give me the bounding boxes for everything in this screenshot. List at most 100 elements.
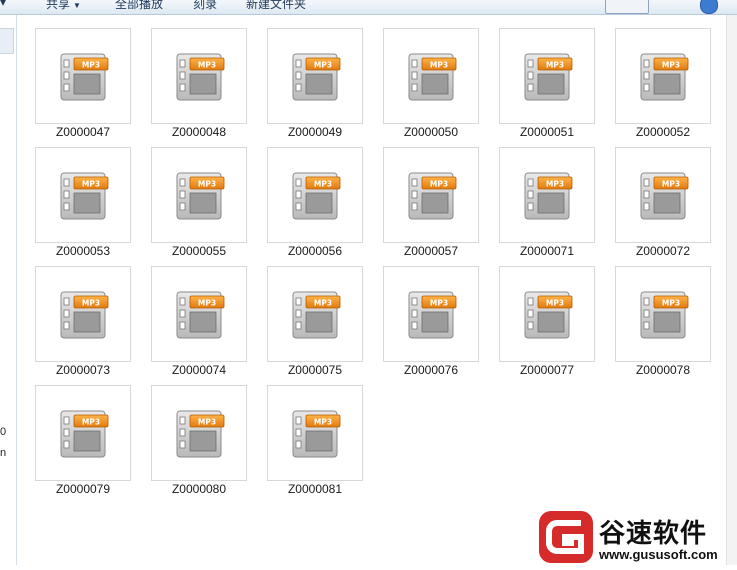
file-item[interactable]: MP3 Z0000075 — [267, 266, 363, 381]
file-name-label[interactable]: Z0000077 — [489, 363, 605, 377]
file-thumbnail[interactable]: MP3 — [267, 266, 363, 362]
file-item[interactable]: MP3 Z0000072 — [615, 147, 711, 262]
file-item[interactable]: MP3 Z0000049 — [267, 28, 363, 143]
mp3-file-icon: MP3 — [524, 172, 573, 220]
file-item[interactable]: MP3 Z0000077 — [499, 266, 595, 381]
file-name-label[interactable]: Z0000073 — [25, 363, 141, 377]
file-item[interactable]: MP3 Z0000081 — [267, 385, 363, 500]
file-thumbnail[interactable]: MP3 — [383, 266, 479, 362]
file-name-label[interactable]: Z0000072 — [605, 244, 721, 258]
file-name-label[interactable]: Z0000048 — [141, 125, 257, 139]
burn-button[interactable]: 刻录 — [193, 0, 217, 12]
file-name-label[interactable]: Z0000079 — [25, 482, 141, 496]
file-name-label[interactable]: Z0000075 — [257, 363, 373, 377]
vertical-scrollbar[interactable] — [726, 15, 737, 565]
file-thumbnail[interactable]: MP3 — [267, 385, 363, 481]
watermark-url: www.gususoft.com — [599, 547, 718, 562]
file-name-label[interactable]: Z0000055 — [141, 244, 257, 258]
file-item[interactable]: MP3 Z0000071 — [499, 147, 595, 262]
file-thumbnail[interactable]: MP3 — [35, 385, 131, 481]
preview-pane-button[interactable] — [664, 0, 682, 12]
file-name-label[interactable]: Z0000050 — [373, 125, 489, 139]
file-thumbnail[interactable]: MP3 — [151, 266, 247, 362]
mp3-file-icon: MP3 — [60, 291, 109, 339]
nav-selected-item[interactable] — [0, 28, 14, 54]
file-item[interactable]: MP3 Z0000053 — [35, 147, 131, 262]
mp3-file-icon: MP3 — [176, 53, 225, 101]
file-name-label[interactable]: Z0000057 — [373, 244, 489, 258]
file-item[interactable]: MP3 Z0000074 — [151, 266, 247, 381]
nav-menu-arrow[interactable]: ▾ — [0, 0, 6, 9]
file-name-label[interactable]: Z0000052 — [605, 125, 721, 139]
file-thumbnail[interactable]: MP3 — [35, 28, 131, 124]
file-thumbnail[interactable]: MP3 — [615, 266, 711, 362]
watermark-brand: 谷速软件 — [599, 519, 708, 549]
file-thumbnail[interactable]: MP3 — [615, 28, 711, 124]
file-thumbnail[interactable]: MP3 — [151, 28, 247, 124]
command-bar: ▾ 共享 ▼ 全部播放 刻录 新建文件夹 — [0, 0, 737, 15]
file-item[interactable]: MP3 Z0000078 — [615, 266, 711, 381]
file-item[interactable]: MP3 Z0000080 — [151, 385, 247, 500]
file-thumbnail[interactable]: MP3 — [383, 28, 479, 124]
share-menu[interactable]: 共享 ▼ — [46, 0, 81, 12]
mp3-file-icon: MP3 — [176, 410, 225, 458]
file-thumbnail[interactable]: MP3 — [499, 28, 595, 124]
navigation-pane: 0 n — [0, 15, 17, 565]
svg-text:MP3: MP3 — [82, 418, 100, 427]
file-name-label[interactable]: Z0000053 — [25, 244, 141, 258]
file-thumbnail[interactable]: MP3 — [499, 147, 595, 243]
file-thumbnail[interactable]: MP3 — [499, 266, 595, 362]
svg-text:MP3: MP3 — [198, 180, 216, 189]
file-name-label[interactable]: Z0000081 — [257, 482, 373, 496]
svg-text:MP3: MP3 — [662, 180, 680, 189]
new-folder-button[interactable]: 新建文件夹 — [246, 0, 306, 12]
nav-item-fragment[interactable]: n — [0, 447, 6, 459]
svg-text:MP3: MP3 — [82, 299, 100, 308]
file-thumbnail[interactable]: MP3 — [615, 147, 711, 243]
file-item[interactable]: MP3 Z0000057 — [383, 147, 479, 262]
file-thumbnail[interactable]: MP3 — [267, 147, 363, 243]
file-name-label[interactable]: Z0000078 — [605, 363, 721, 377]
nav-item-fragment[interactable]: 0 — [0, 426, 6, 438]
mp3-file-icon: MP3 — [292, 291, 341, 339]
svg-text:MP3: MP3 — [314, 299, 332, 308]
file-item[interactable]: MP3 Z0000047 — [35, 28, 131, 143]
mp3-file-icon: MP3 — [640, 172, 689, 220]
file-name-label[interactable]: Z0000047 — [25, 125, 141, 139]
mp3-file-icon: MP3 — [408, 53, 457, 101]
play-all-button[interactable]: 全部播放 — [115, 0, 163, 12]
file-item[interactable]: MP3 Z0000048 — [151, 28, 247, 143]
svg-text:MP3: MP3 — [82, 61, 100, 70]
mp3-file-icon: MP3 — [524, 291, 573, 339]
file-thumbnail[interactable]: MP3 — [151, 147, 247, 243]
file-thumbnail[interactable]: MP3 — [35, 147, 131, 243]
file-item[interactable]: MP3 Z0000056 — [267, 147, 363, 262]
file-item[interactable]: MP3 Z0000073 — [35, 266, 131, 381]
file-thumbnail[interactable]: MP3 — [267, 28, 363, 124]
file-item[interactable]: MP3 Z0000052 — [615, 28, 711, 143]
file-thumbnail[interactable]: MP3 — [151, 385, 247, 481]
help-icon[interactable] — [700, 0, 718, 14]
file-name-label[interactable]: Z0000071 — [489, 244, 605, 258]
file-thumbnail[interactable]: MP3 — [35, 266, 131, 362]
file-thumbnail[interactable]: MP3 — [383, 147, 479, 243]
file-item[interactable]: MP3 Z0000055 — [151, 147, 247, 262]
mp3-file-icon: MP3 — [640, 53, 689, 101]
file-item[interactable]: MP3 Z0000050 — [383, 28, 479, 143]
svg-text:MP3: MP3 — [430, 180, 448, 189]
file-name-label[interactable]: Z0000051 — [489, 125, 605, 139]
file-name-label[interactable]: Z0000056 — [257, 244, 373, 258]
file-item[interactable]: MP3 Z0000079 — [35, 385, 131, 500]
svg-text:MP3: MP3 — [546, 180, 564, 189]
file-name-label[interactable]: Z0000076 — [373, 363, 489, 377]
mp3-file-icon: MP3 — [176, 172, 225, 220]
svg-text:MP3: MP3 — [198, 61, 216, 70]
file-item[interactable]: MP3 Z0000076 — [383, 266, 479, 381]
svg-text:MP3: MP3 — [198, 418, 216, 427]
mp3-file-icon: MP3 — [176, 291, 225, 339]
file-name-label[interactable]: Z0000074 — [141, 363, 257, 377]
file-name-label[interactable]: Z0000049 — [257, 125, 373, 139]
view-options-button[interactable] — [605, 0, 649, 14]
file-name-label[interactable]: Z0000080 — [141, 482, 257, 496]
file-item[interactable]: MP3 Z0000051 — [499, 28, 595, 143]
